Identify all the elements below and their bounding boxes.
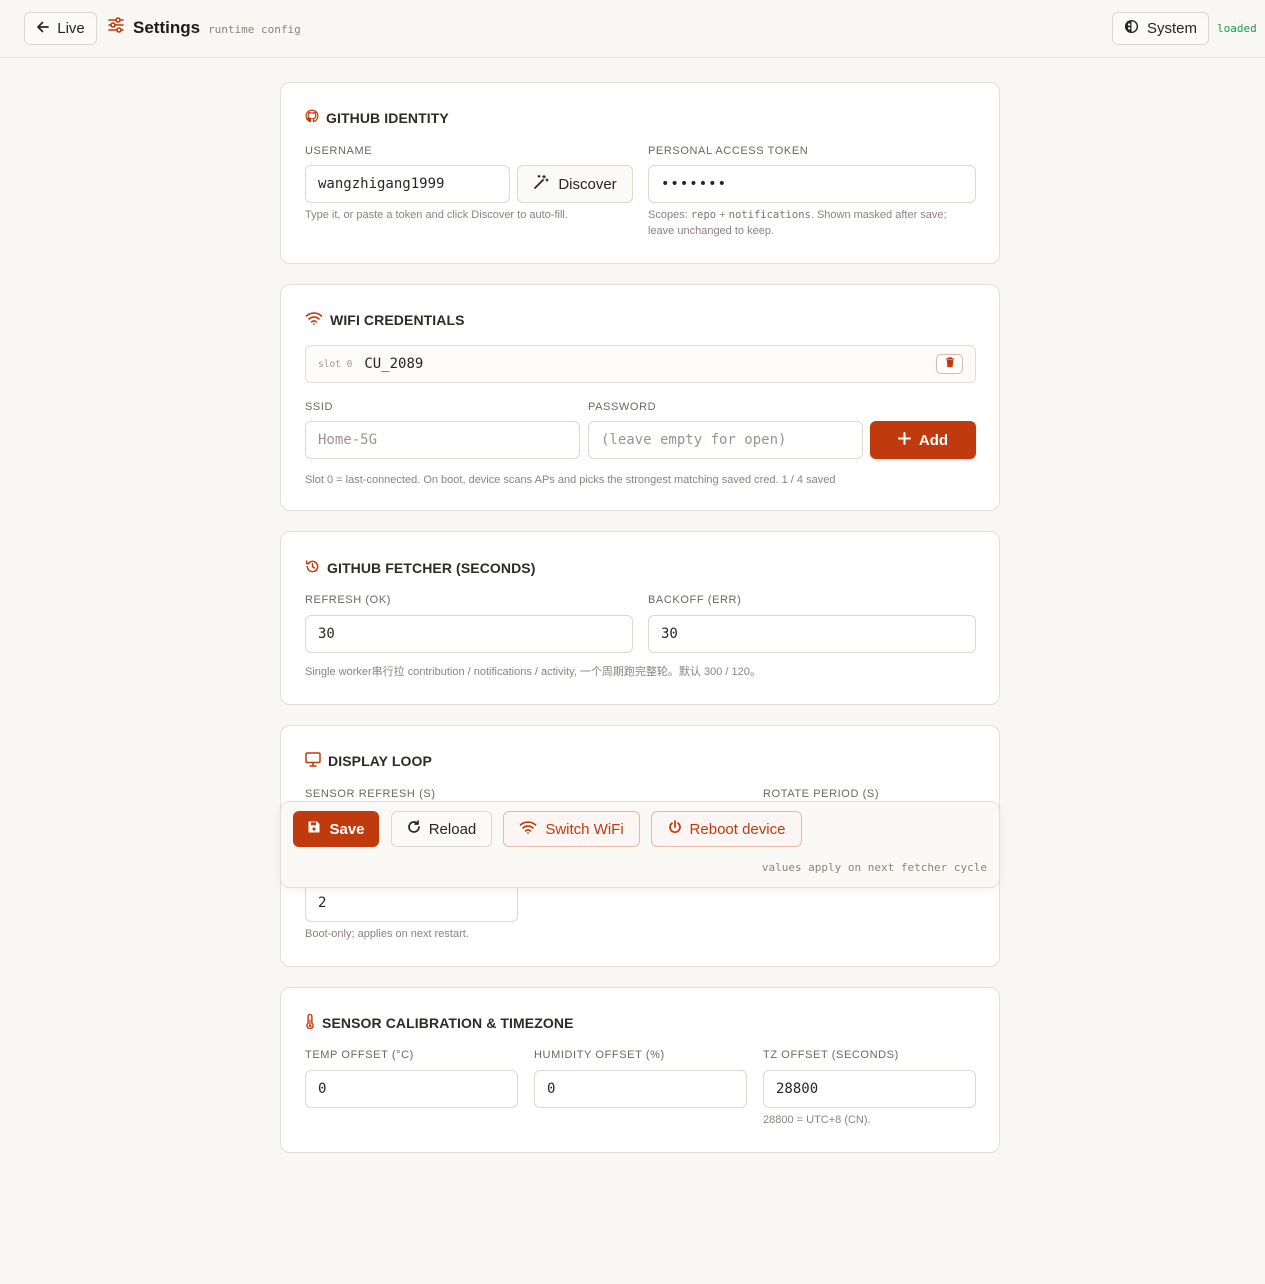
password-label: PASSWORD <box>588 401 657 413</box>
backoff-label: BACKOFF (ERR) <box>648 594 742 606</box>
page-subtitle: runtime config <box>208 22 301 36</box>
ssid-input[interactable]: Home-5G <box>305 421 580 459</box>
temp-offset-value: 0 <box>318 1081 327 1097</box>
github-identity-card: GITHUB IDENTITY USERNAME wangzhigang1999… <box>280 82 1000 264</box>
password-placeholder: (leave empty for open) <box>601 432 787 448</box>
sensor-refresh-label: SENSOR REFRESH (S) <box>305 788 436 800</box>
page-title: Settings <box>133 17 201 37</box>
status-badge: loaded <box>1217 22 1257 35</box>
plus-icon <box>897 431 911 449</box>
wifi-slot-ssid: CU_2089 <box>364 356 424 372</box>
delete-slot-button[interactable] <box>936 354 963 374</box>
power-icon <box>668 820 682 838</box>
humidity-offset-label: HUMIDITY OFFSET (%) <box>534 1049 665 1061</box>
reboot-device-label: Reboot device <box>689 820 786 838</box>
wifi-help: Slot 0 = last-connected. On boot, device… <box>305 474 836 486</box>
github-identity-heading: GITHUB IDENTITY <box>305 109 449 126</box>
display-loop-heading: DISPLAY LOOP <box>305 752 432 770</box>
trash-icon <box>945 355 955 373</box>
wifi-credentials-heading: WIFI CREDENTIALS <box>305 311 465 328</box>
humidity-offset-value: 0 <box>547 1081 556 1097</box>
github-icon <box>305 109 319 126</box>
tz-offset-input[interactable]: 28800 <box>763 1070 976 1108</box>
refresh-value: 30 <box>318 626 335 642</box>
temp-offset-label: TEMP OFFSET (°C) <box>305 1049 414 1061</box>
arrow-left-icon <box>36 20 50 38</box>
reload-button[interactable]: Reload <box>391 811 492 847</box>
add-wifi-label: Add <box>918 431 949 449</box>
wifi-credentials-card: WIFI CREDENTIALS slot 0 CU_2089 SSID Hom… <box>280 284 1000 511</box>
wifi-slot-row: slot 0 CU_2089 <box>305 345 976 383</box>
reload-label: Reload <box>428 820 477 838</box>
token-input[interactable]: ••••••• <box>648 165 976 203</box>
token-value: ••••••• <box>661 176 728 192</box>
contrast-icon <box>1124 19 1139 38</box>
action-bar-note: values apply on next fetcher cycle <box>761 861 987 874</box>
sensor-calibration-card: SENSOR CALIBRATION & TIMEZONE TEMP OFFSE… <box>280 987 1000 1153</box>
save-button[interactable]: Save <box>293 811 379 847</box>
tz-offset-help: 28800 = UTC+8 (CN). <box>763 1114 871 1126</box>
github-fetcher-heading: GITHUB FETCHER (SECONDS) <box>305 559 536 577</box>
username-help: Type it, or paste a token and click Disc… <box>305 209 568 221</box>
discover-label: Discover <box>558 175 617 193</box>
humidity-offset-input[interactable]: 0 <box>534 1070 747 1108</box>
theme-system-label: System <box>1146 20 1197 37</box>
boot-option-help: Boot-only; applies on next restart. <box>305 928 469 940</box>
save-label: Save <box>329 820 365 838</box>
github-fetcher-card: GITHUB FETCHER (SECONDS) REFRESH (OK) 30… <box>280 531 1000 705</box>
magic-wand-icon <box>533 174 549 194</box>
monitor-icon <box>305 752 321 770</box>
wifi-icon <box>519 820 537 838</box>
username-label: USERNAME <box>305 145 373 157</box>
rotate-period-label: ROTATE PERIOD (S) <box>763 788 880 800</box>
reboot-device-button[interactable]: Reboot device <box>651 811 802 847</box>
back-live-label: Live <box>57 20 85 37</box>
sliders-icon <box>107 16 125 39</box>
action-bar: Save Reload Switch WiFi Reboot device va… <box>280 801 1000 888</box>
refresh-icon <box>407 820 421 838</box>
top-bar: Live Settings runtime config System load… <box>0 0 1265 58</box>
boot-option-input[interactable]: 2 <box>305 884 518 922</box>
token-label: PERSONAL ACCESS TOKEN <box>648 145 809 157</box>
wifi-icon <box>305 311 323 328</box>
ssid-placeholder: Home-5G <box>318 432 378 448</box>
refresh-input[interactable]: 30 <box>305 615 633 653</box>
floppy-disk-icon <box>307 820 321 838</box>
temp-offset-input[interactable]: 0 <box>305 1070 518 1108</box>
page-title-group: Settings runtime config <box>107 16 301 39</box>
backoff-input[interactable]: 30 <box>648 615 976 653</box>
tz-offset-label: TZ OFFSET (SECONDS) <box>763 1049 899 1061</box>
discover-button[interactable]: Discover <box>517 165 633 203</box>
username-input[interactable]: wangzhigang1999 <box>305 165 510 203</box>
username-value: wangzhigang1999 <box>318 176 445 192</box>
sensor-calibration-heading: SENSOR CALIBRATION & TIMEZONE <box>305 1013 574 1032</box>
add-wifi-button[interactable]: Add <box>870 421 976 459</box>
refresh-label: REFRESH (OK) <box>305 594 392 606</box>
history-icon <box>305 559 320 577</box>
wifi-slot-tag: slot 0 <box>318 358 353 370</box>
back-live-button[interactable]: Live <box>24 12 97 45</box>
backoff-value: 30 <box>661 626 678 642</box>
boot-option-value: 2 <box>318 895 327 911</box>
token-help: Scopes: repo + notifications. Shown mask… <box>648 209 947 237</box>
thermometer-icon <box>305 1013 315 1032</box>
tz-offset-value: 28800 <box>776 1081 819 1097</box>
ssid-label: SSID <box>305 401 334 413</box>
theme-system-button[interactable]: System <box>1112 12 1209 45</box>
switch-wifi-button[interactable]: Switch WiFi <box>503 811 640 847</box>
password-input[interactable]: (leave empty for open) <box>588 421 863 459</box>
switch-wifi-label: Switch WiFi <box>545 820 624 838</box>
fetcher-help: Single worker串行拉 contribution / notifica… <box>305 666 761 678</box>
